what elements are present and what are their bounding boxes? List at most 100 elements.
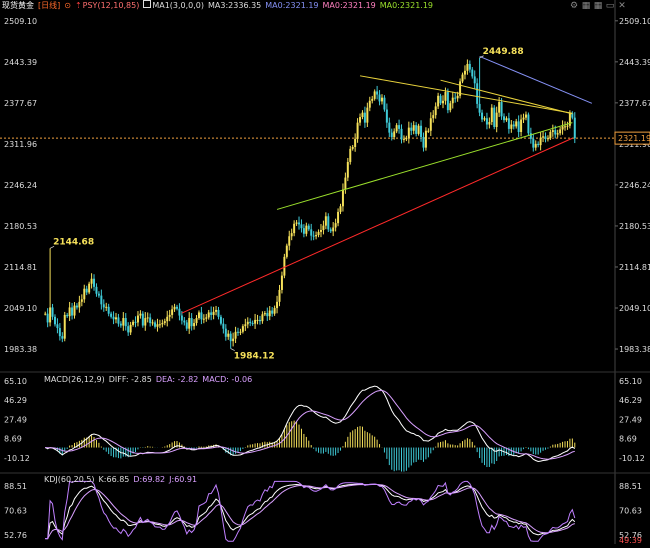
candle-body bbox=[385, 109, 388, 123]
candle-body bbox=[539, 137, 542, 146]
candle-body bbox=[527, 114, 530, 134]
candle-body bbox=[485, 118, 488, 125]
candle-body bbox=[507, 118, 510, 129]
candle-body bbox=[380, 97, 383, 102]
candle-body bbox=[549, 132, 552, 139]
candle-body bbox=[317, 231, 320, 236]
candle-body bbox=[517, 121, 520, 132]
candle-body bbox=[217, 309, 220, 317]
candle-body bbox=[151, 322, 154, 324]
candle-body bbox=[280, 275, 283, 290]
candle-body bbox=[80, 299, 83, 302]
kdj-j-value: J:60.91 bbox=[169, 475, 198, 484]
candle-body bbox=[463, 70, 466, 75]
candle-body bbox=[442, 100, 444, 104]
candle-body bbox=[229, 333, 232, 342]
candle-body bbox=[78, 301, 81, 308]
period-label[interactable]: [日线] bbox=[38, 1, 60, 10]
candle-body bbox=[366, 107, 369, 123]
settings-icon[interactable]: ⊙ bbox=[64, 1, 71, 10]
candle-body bbox=[483, 118, 486, 120]
candle-body bbox=[324, 216, 327, 226]
minus-icon[interactable]: ▭ bbox=[605, 1, 615, 11]
candle-body bbox=[395, 125, 398, 132]
kdj-tick-label-left: 88.51 bbox=[4, 482, 27, 491]
candle-body bbox=[185, 322, 188, 329]
candle-body bbox=[432, 115, 435, 119]
candle-body bbox=[515, 121, 518, 127]
chart-header: 现货黄金 [日线] ⊙ ⇡PSY(12,10,85) MA1(3,0,0,0) MA3:2… bbox=[2, 0, 437, 12]
candle-body bbox=[173, 306, 176, 310]
candle-body bbox=[124, 318, 127, 327]
candle-body bbox=[129, 324, 132, 333]
macd-tick-label-right: 27.49 bbox=[619, 415, 642, 424]
macd-diff-value: DIFF: -2.85 bbox=[108, 375, 152, 384]
candle-body bbox=[93, 278, 96, 287]
kdj-tick-label-left: 52.76 bbox=[4, 531, 27, 540]
macd-legend: MACD(26,12,9) DIFF: -2.85 DEA: -2.82 MACD: … bbox=[44, 375, 256, 385]
candle-body bbox=[190, 318, 193, 327]
candle-body bbox=[144, 318, 147, 326]
candle-body bbox=[88, 283, 91, 293]
candle-body bbox=[503, 116, 506, 121]
candle-body bbox=[139, 313, 142, 316]
candle-body bbox=[500, 102, 503, 117]
candle-body bbox=[283, 256, 286, 276]
candle-body bbox=[119, 323, 122, 326]
instrument-name: 现货黄金 bbox=[2, 1, 34, 10]
candle-body bbox=[266, 313, 269, 317]
macd-tick-label-left: 65.10 bbox=[4, 377, 27, 386]
candle-body bbox=[141, 313, 144, 326]
candle-body bbox=[407, 127, 410, 139]
candle-body bbox=[51, 307, 54, 317]
candle-body bbox=[193, 323, 196, 327]
candle-body bbox=[473, 76, 476, 84]
ma0-label-c: MA0:2321.19 bbox=[379, 1, 434, 10]
settings-icon[interactable]: ⚙ bbox=[569, 1, 579, 11]
candle-body bbox=[127, 326, 130, 333]
price-tick-label-left: 2443.39 bbox=[4, 58, 37, 67]
candle-body bbox=[288, 236, 291, 246]
candle-body bbox=[210, 312, 213, 315]
chart-stage: 2509.10 2509.10 2443.39 2443.39 2377.67 2377.… bbox=[0, 0, 650, 545]
candle-body bbox=[276, 301, 279, 309]
candle-body bbox=[258, 319, 261, 322]
candle-body bbox=[495, 112, 498, 128]
indicator-arrow-icon: ⇡ bbox=[74, 1, 82, 10]
candle-body bbox=[178, 308, 181, 316]
trendline-channel-top bbox=[479, 55, 593, 104]
candle-body bbox=[498, 102, 501, 113]
candle-body bbox=[154, 322, 157, 327]
candle-body bbox=[110, 313, 113, 317]
candle-body bbox=[241, 326, 244, 332]
price-tick-label-right: 2509.10 bbox=[619, 17, 650, 26]
candle-body bbox=[402, 138, 405, 140]
price-tick-label-right: 1983.38 bbox=[619, 345, 650, 354]
candle-body bbox=[56, 324, 59, 329]
price-tick-label-left: 2377.67 bbox=[4, 99, 37, 108]
candle-body bbox=[393, 131, 396, 137]
candle-body bbox=[278, 289, 281, 302]
candle-body bbox=[417, 125, 420, 134]
candle-body bbox=[329, 229, 332, 232]
candle-body bbox=[256, 319, 259, 321]
candle-body bbox=[544, 136, 547, 139]
grid-icon[interactable]: ▦ bbox=[581, 1, 591, 11]
close-icon[interactable]: ✕ bbox=[617, 1, 627, 11]
candle-body bbox=[166, 316, 169, 322]
kdj-title: KDJ(60,20,5) bbox=[44, 475, 95, 484]
grid-icon[interactable]: ▦ bbox=[593, 1, 603, 11]
price-tick-label-right: 2049.10 bbox=[619, 304, 650, 313]
candle-body bbox=[405, 138, 408, 140]
candle-body bbox=[400, 128, 403, 140]
macd-tick-label-left: 8.69 bbox=[4, 435, 22, 444]
annotation-pointer bbox=[230, 348, 235, 351]
candle-body bbox=[368, 100, 371, 108]
candle-body bbox=[398, 125, 401, 129]
candle-body bbox=[146, 317, 149, 319]
annotation-label: 2449.88 bbox=[483, 47, 524, 57]
macd-tick-label-right: 46.29 bbox=[619, 396, 642, 405]
candle-body bbox=[493, 107, 496, 128]
candle-body bbox=[388, 122, 391, 133]
candle-body bbox=[219, 316, 222, 324]
